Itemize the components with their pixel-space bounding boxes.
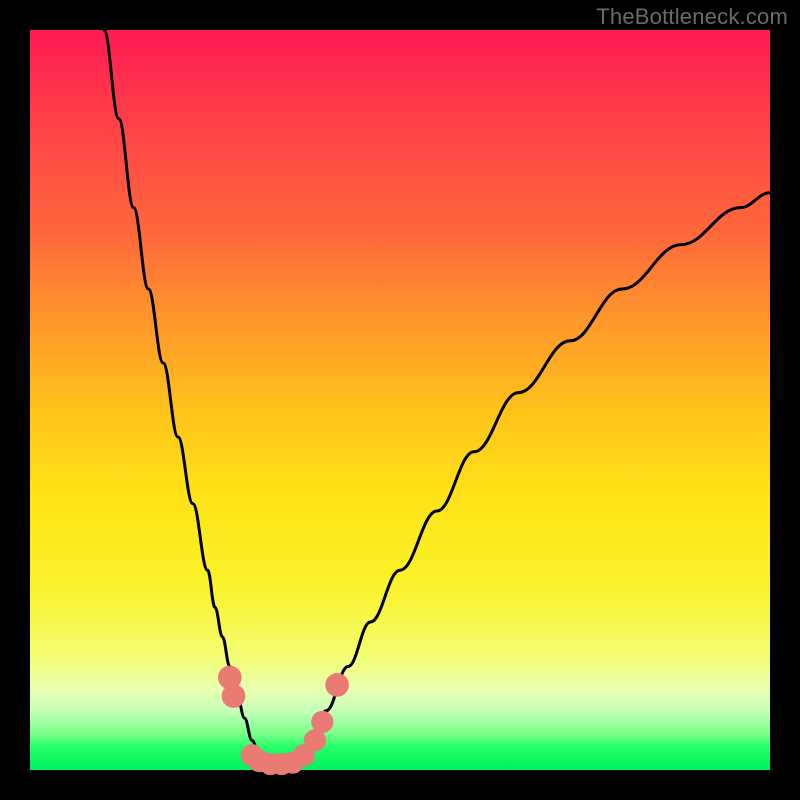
data-marker — [325, 673, 349, 697]
right-curve — [296, 193, 770, 767]
curve-svg — [30, 30, 770, 770]
chart-frame: TheBottleneck.com — [0, 0, 800, 800]
left-curve — [104, 30, 267, 766]
data-marker — [311, 711, 333, 733]
watermark-text: TheBottleneck.com — [596, 4, 788, 30]
data-marker — [222, 684, 246, 708]
plot-area — [30, 30, 770, 770]
marker-group — [218, 666, 349, 776]
